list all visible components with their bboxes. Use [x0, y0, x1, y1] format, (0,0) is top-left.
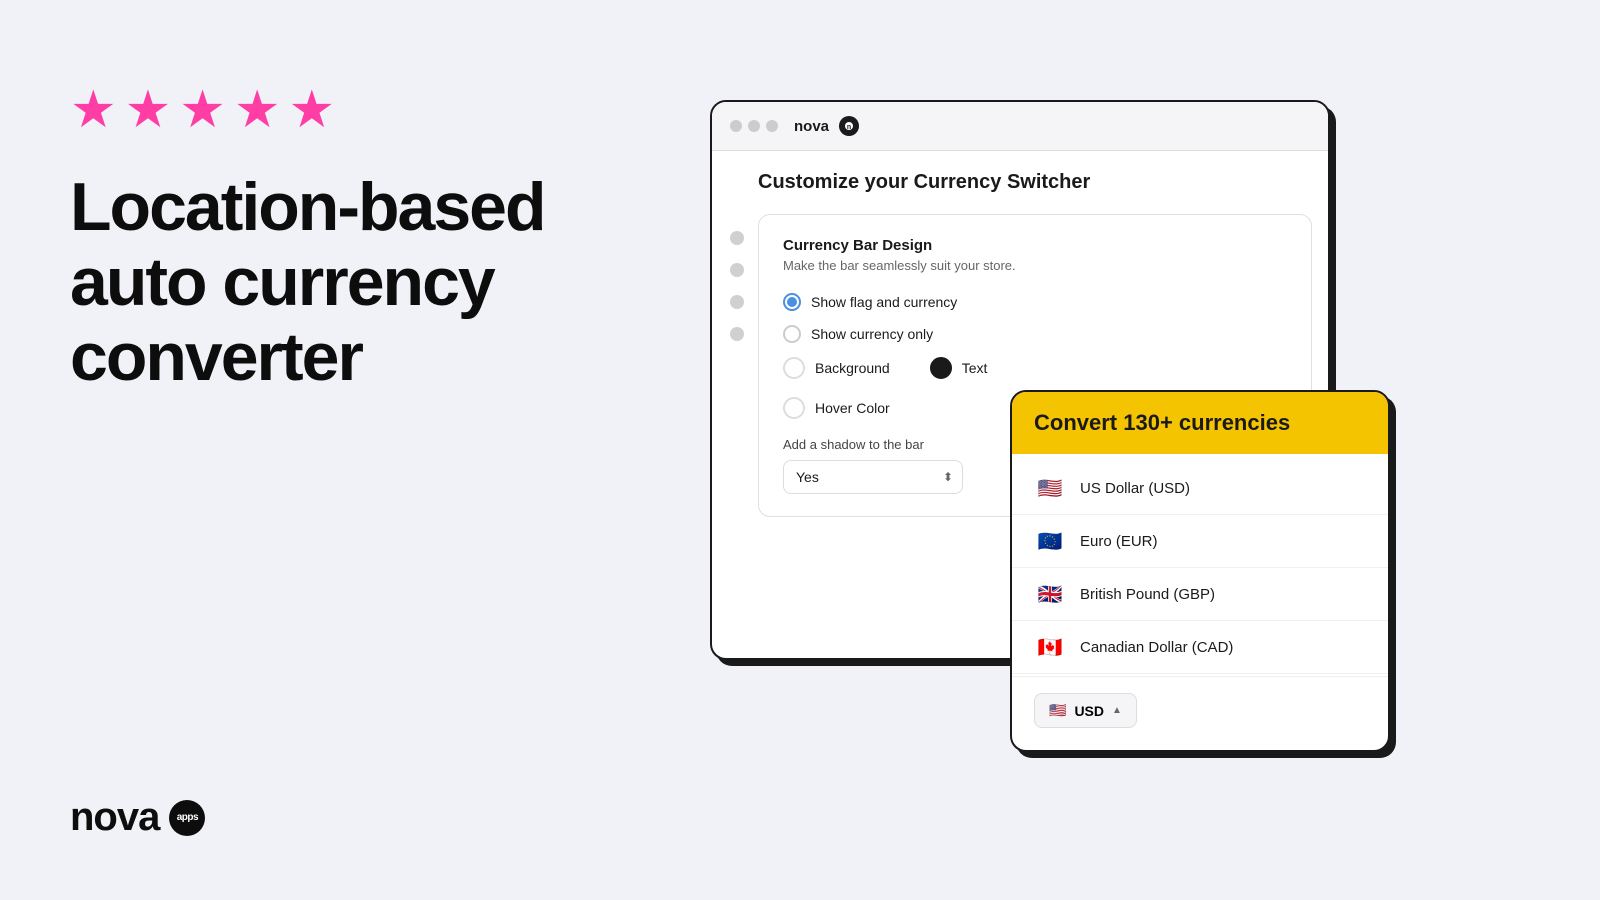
currency-name-gbp: British Pound (GBP) — [1080, 586, 1215, 603]
currency-header: Convert 130+ currencies — [1012, 392, 1388, 454]
sidebar-dot-4 — [730, 327, 744, 341]
currency-item-usd[interactable]: 🇺🇸 US Dollar (USD) — [1012, 462, 1388, 515]
radio-flag-currency-label: Show flag and currency — [811, 294, 957, 310]
star-4: ★ — [234, 80, 281, 140]
radio-option-currency-only[interactable]: Show currency only — [783, 325, 1287, 343]
sidebar-dot-2 — [730, 263, 744, 277]
flag-gbp: 🇬🇧 — [1034, 582, 1066, 606]
currency-name-usd: US Dollar (USD) — [1080, 480, 1190, 497]
currency-item-cad[interactable]: 🇨🇦 Canadian Dollar (CAD) — [1012, 621, 1388, 674]
currency-selector-bar[interactable]: 🇺🇸 USD ▲ — [1034, 693, 1137, 728]
background-color-swatch[interactable] — [783, 357, 805, 379]
star-1: ★ — [70, 80, 117, 140]
currency-list-divider — [1012, 676, 1388, 677]
up-arrow-icon: ▲ — [1112, 705, 1122, 716]
hover-color-swatch[interactable] — [783, 397, 805, 419]
color-options-row: Background Text — [783, 357, 1287, 379]
card-title: Currency Bar Design — [783, 237, 1287, 254]
currency-name-cad: Canadian Dollar (CAD) — [1080, 639, 1233, 656]
traffic-light-yellow — [748, 120, 760, 132]
traffic-lights — [730, 120, 778, 132]
currency-dropdown-card: Convert 130+ currencies 🇺🇸 US Dollar (US… — [1010, 390, 1390, 752]
nova-logo-bottom: nova apps — [70, 795, 205, 840]
selected-flag: 🇺🇸 — [1049, 702, 1066, 719]
nova-text: nova — [70, 795, 159, 840]
text-color-label: Text — [962, 360, 988, 376]
radio-option-flag-currency[interactable]: Show flag and currency — [783, 293, 1287, 311]
shadow-select-wrapper[interactable]: Yes No ⬍ — [783, 460, 963, 494]
radio-flag-currency-circle[interactable] — [783, 293, 801, 311]
svg-text:n: n — [847, 124, 851, 131]
radio-flag-currency-inner — [787, 297, 797, 307]
text-color-option[interactable]: Text — [930, 357, 988, 379]
sidebar-dot-1 — [730, 231, 744, 245]
background-color-option[interactable]: Background — [783, 357, 890, 379]
nova-icon-titlebar: n — [839, 116, 859, 136]
nova-apps-badge: apps — [169, 800, 205, 836]
currency-header-text: Convert 130+ currencies — [1034, 410, 1290, 435]
currency-item-eur[interactable]: 🇪🇺 Euro (EUR) — [1012, 515, 1388, 568]
shadow-select[interactable]: Yes No — [783, 460, 963, 494]
headline: Location-based auto currency converter — [70, 170, 620, 394]
card-subtitle: Make the bar seamlessly suit your store. — [783, 258, 1287, 273]
left-section: ★ ★ ★ ★ ★ Location-based auto currency c… — [70, 80, 620, 394]
selected-currency: USD — [1074, 703, 1104, 719]
flag-usd: 🇺🇸 — [1034, 476, 1066, 500]
star-3: ★ — [179, 80, 226, 140]
browser-titlebar: nova n — [712, 102, 1328, 151]
currency-name-eur: Euro (EUR) — [1080, 533, 1158, 550]
star-5: ★ — [289, 80, 336, 140]
flag-cad: 🇨🇦 — [1034, 635, 1066, 659]
star-2: ★ — [125, 80, 172, 140]
radio-currency-only-circle[interactable] — [783, 325, 801, 343]
flag-eur: 🇪🇺 — [1034, 529, 1066, 553]
right-section: nova n Customize your Currency Switcher … — [680, 70, 1560, 850]
background-color-label: Background — [815, 360, 890, 376]
currency-selector-row[interactable]: 🇺🇸 USD ▲ — [1012, 679, 1388, 742]
browser-app-name: nova — [794, 118, 829, 135]
sidebar-dots — [730, 231, 744, 341]
page-title: Customize your Currency Switcher — [758, 171, 1312, 194]
radio-currency-only-label: Show currency only — [811, 326, 933, 342]
currency-item-gbp[interactable]: 🇬🇧 British Pound (GBP) — [1012, 568, 1388, 621]
traffic-light-green — [766, 120, 778, 132]
currency-list: 🇺🇸 US Dollar (USD) 🇪🇺 Euro (EUR) 🇬🇧 Brit… — [1012, 454, 1388, 750]
hover-color-label: Hover Color — [815, 400, 890, 416]
sidebar-dot-3 — [730, 295, 744, 309]
traffic-light-red — [730, 120, 742, 132]
stars-row: ★ ★ ★ ★ ★ — [70, 80, 620, 140]
text-color-swatch[interactable] — [930, 357, 952, 379]
